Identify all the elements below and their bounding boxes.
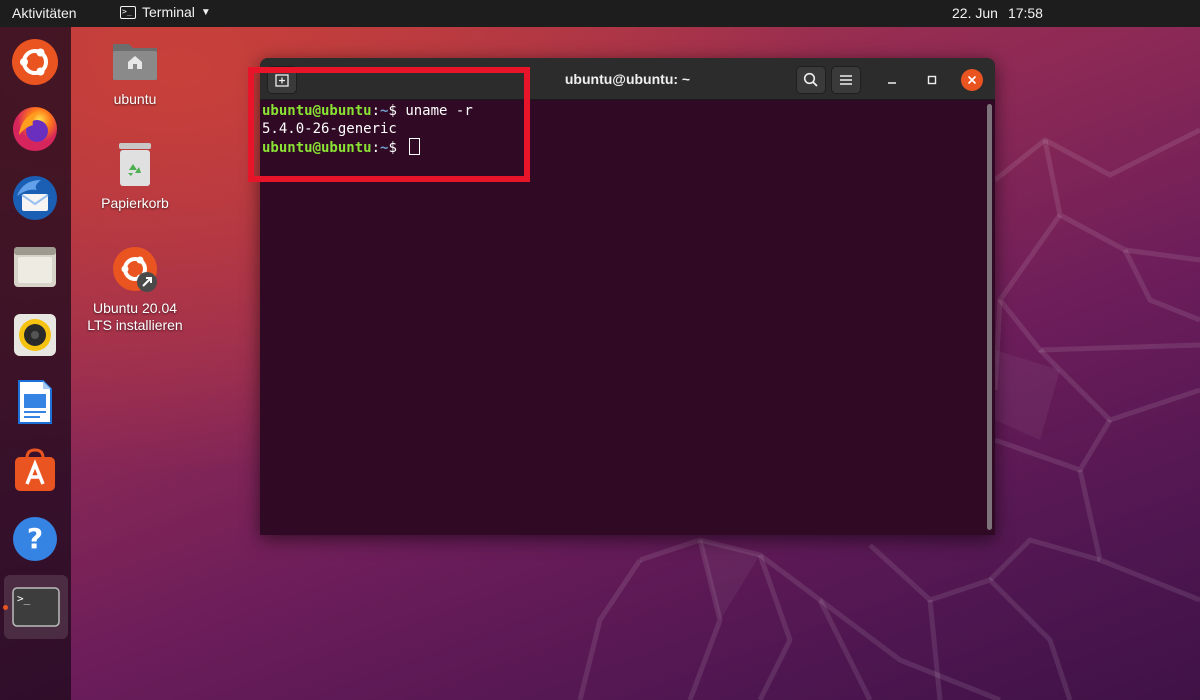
- thunderbird-icon: [13, 176, 57, 220]
- command-text: uname -r: [405, 103, 473, 119]
- prompt-symbol: $: [388, 103, 406, 119]
- ubuntu-logo-icon: [12, 39, 58, 85]
- terminal-headerbar[interactable]: ubuntu@ubuntu: ~: [260, 58, 995, 100]
- hamburger-icon: [840, 75, 852, 85]
- maximize-icon: [927, 75, 937, 85]
- chevron-down-icon: ▼: [200, 6, 211, 18]
- search-icon: [803, 72, 818, 87]
- clock-button[interactable]: 22. Jun 17:58: [952, 5, 1043, 21]
- terminal-line: ubuntu@ubuntu:~$: [262, 138, 995, 156]
- desktop-icon-label: ubuntu: [113, 91, 157, 107]
- date-label: 22. Jun: [952, 5, 998, 21]
- dock-item-thunderbird[interactable]: [10, 173, 60, 223]
- prompt-separator: :: [371, 140, 381, 156]
- app-menu-button[interactable]: >_ Terminal ▼: [120, 4, 211, 20]
- running-indicator: [3, 605, 8, 610]
- desktop-icon-label: Ubuntu 20.04 LTS installieren: [87, 300, 183, 333]
- dock-item-files[interactable]: [10, 241, 60, 291]
- dock-item-help[interactable]: ?: [10, 514, 60, 564]
- dock-item-libreoffice-writer[interactable]: [10, 377, 60, 427]
- minimize-icon: [888, 82, 896, 84]
- svg-text:>_: >_: [17, 592, 31, 605]
- menu-button[interactable]: [831, 66, 861, 94]
- home-folder-icon: [113, 44, 157, 80]
- app-menu-label: Terminal: [142, 4, 195, 20]
- desktop-icon-trash[interactable]: Papierkorb: [80, 140, 190, 212]
- shopping-bag-icon: [15, 448, 55, 491]
- dock-item-terminal[interactable]: >_: [4, 575, 68, 639]
- terminal-line: 5.4.0-26-generic: [262, 120, 995, 138]
- command-output: 5.4.0-26-generic: [262, 121, 397, 137]
- question-icon: ?: [13, 517, 57, 561]
- terminal-output[interactable]: ubuntu@ubuntu:~$ uname -r 5.4.0-26-gener…: [260, 101, 995, 535]
- scrollbar[interactable]: [987, 104, 992, 530]
- terminal-line: ubuntu@ubuntu:~$ uname -r: [262, 102, 995, 120]
- svg-text:?: ?: [27, 522, 43, 555]
- prompt-symbol: $: [388, 140, 406, 156]
- minimize-button[interactable]: [881, 69, 903, 91]
- top-panel: Aktivitäten >_ Terminal ▼ 22. Jun 17:58: [0, 0, 1200, 27]
- terminal-icon: >_: [12, 587, 60, 627]
- terminal-window[interactable]: ubuntu@ubuntu: ~ ubuntu@ubuntu:~$ uname …: [260, 58, 995, 535]
- speaker-icon: [14, 314, 56, 356]
- desktop-icon-installer[interactable]: Ubuntu 20.04 LTS installieren: [80, 245, 190, 334]
- activities-button[interactable]: Aktivitäten: [12, 5, 77, 21]
- terminal-icon: >_: [120, 5, 136, 19]
- prompt-user: ubuntu@ubuntu: [262, 140, 372, 156]
- close-button[interactable]: [961, 69, 983, 91]
- maximize-button[interactable]: [921, 69, 943, 91]
- document-icon: [18, 380, 52, 424]
- text-cursor: [409, 138, 421, 155]
- search-button[interactable]: [796, 66, 826, 94]
- desktop-icon-home[interactable]: ubuntu: [80, 36, 190, 108]
- prompt-user: ubuntu@ubuntu: [262, 103, 372, 119]
- folder-icon: [14, 247, 56, 287]
- close-icon: [967, 75, 977, 85]
- trash-icon: [119, 143, 151, 186]
- dock-item-firefox[interactable]: [10, 104, 60, 154]
- dock-item-ubuntu-software[interactable]: [10, 445, 60, 495]
- desktop-icon-label: Papierkorb: [101, 195, 169, 211]
- firefox-icon: [13, 107, 57, 151]
- dock-item-ubuntu-installer[interactable]: [10, 37, 60, 87]
- prompt-separator: :: [371, 103, 381, 119]
- ubuntu-installer-icon: [113, 247, 157, 292]
- dock-item-rhythmbox[interactable]: [10, 310, 60, 360]
- time-label: 17:58: [1007, 5, 1043, 21]
- dock: ? >_: [0, 27, 71, 700]
